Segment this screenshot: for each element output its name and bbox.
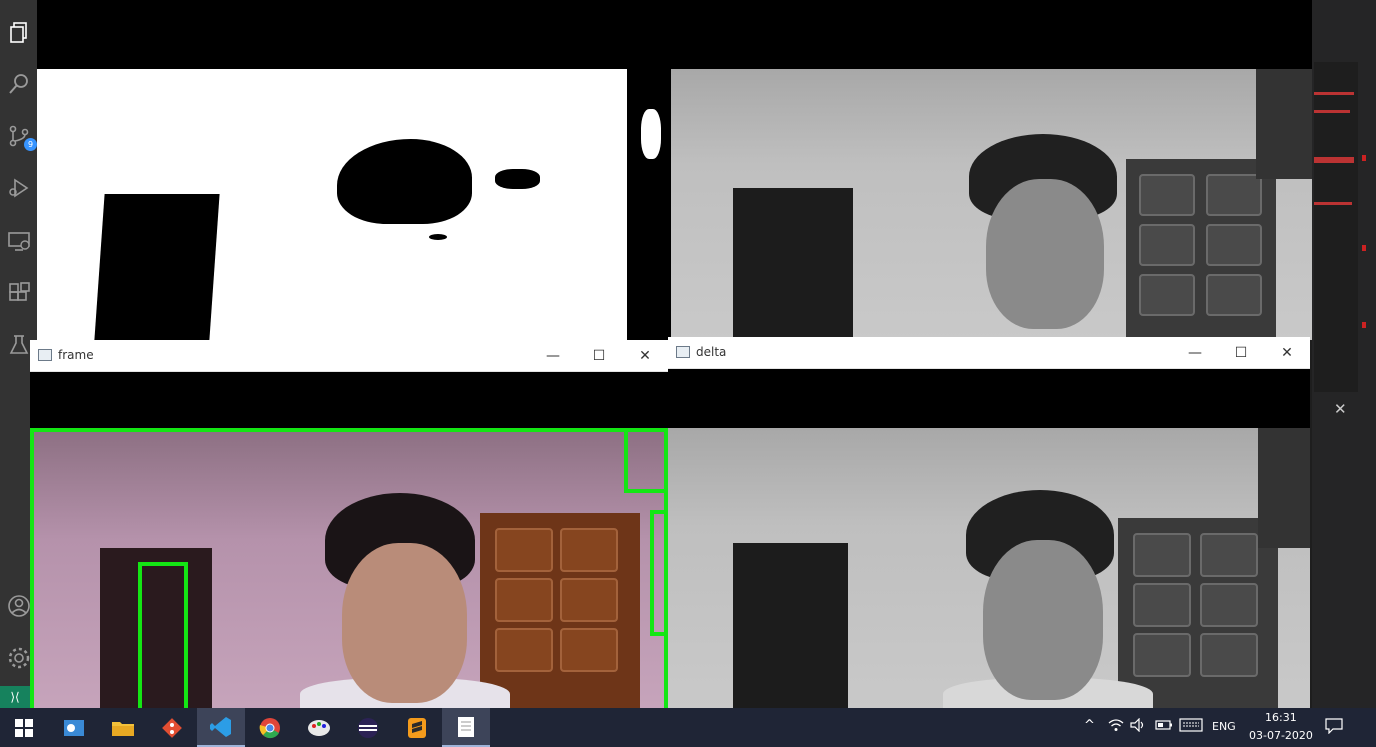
frame-window[interactable]: frame — ☐ ✕ [30, 340, 668, 708]
clock-time[interactable]: 16:31 [1265, 711, 1297, 724]
minimize-button[interactable]: — [1172, 337, 1218, 368]
account-icon[interactable] [7, 594, 31, 618]
minimize-button[interactable]: — [530, 340, 576, 371]
battery-icon[interactable] [1155, 718, 1173, 736]
wifi-icon[interactable] [1108, 718, 1124, 736]
panel-close-icon[interactable]: ✕ [1334, 400, 1347, 418]
search-icon[interactable] [7, 72, 31, 96]
chevron-up-icon[interactable]: ^ [1084, 718, 1095, 733]
settings-gear-icon[interactable] [7, 646, 31, 670]
window-app-icon [38, 349, 52, 361]
minimap[interactable] [1314, 62, 1358, 392]
eclipse-icon[interactable] [344, 708, 392, 747]
close-button[interactable]: ✕ [1264, 337, 1310, 368]
maximize-button[interactable]: ☐ [1218, 337, 1264, 368]
delta-image [668, 428, 1310, 708]
remote-explorer-icon[interactable] [7, 229, 31, 253]
explorer-icon[interactable] [7, 20, 31, 44]
detection-box-edge [650, 510, 668, 636]
detection-box-main [30, 428, 668, 708]
paint-icon[interactable] [295, 708, 343, 747]
close-button[interactable]: ✕ [622, 340, 668, 371]
notification-center-icon[interactable] [1325, 718, 1343, 738]
frame-window-title: frame [58, 348, 94, 362]
remote-indicator-button[interactable]: ⟩⟨ [0, 686, 30, 708]
file-explorer-icon[interactable] [99, 708, 147, 747]
gray-window[interactable] [671, 0, 1312, 340]
frame-titlebar[interactable]: frame — ☐ ✕ [30, 340, 668, 372]
chrome-icon[interactable] [246, 708, 294, 747]
delta-window[interactable]: delta — ☐ ✕ [668, 337, 1310, 708]
frame-image [30, 428, 668, 708]
delta-titlebar[interactable]: delta — ☐ ✕ [668, 337, 1310, 369]
extensions-icon[interactable] [7, 281, 31, 305]
thresh-image [37, 69, 671, 340]
thresh-window[interactable] [37, 0, 671, 340]
start-button[interactable] [0, 708, 48, 747]
maximize-button[interactable]: ☐ [576, 340, 622, 371]
notepad-icon[interactable] [442, 708, 490, 747]
gray-image [671, 69, 1312, 340]
volume-icon[interactable] [1130, 717, 1148, 736]
source-control-badge: 9 [24, 138, 37, 151]
language-indicator[interactable]: ENG [1212, 720, 1236, 733]
windows-taskbar: ^ ENG 16:31 03-07-2020 [0, 708, 1376, 747]
outlook-icon[interactable] [50, 708, 98, 747]
detection-box-corner [624, 428, 668, 493]
delta-window-title: delta [696, 345, 727, 359]
clock-date[interactable]: 03-07-2020 [1249, 729, 1313, 742]
testing-icon[interactable] [7, 333, 31, 357]
keyboard-icon[interactable] [1179, 718, 1203, 736]
window-app-icon [676, 346, 690, 358]
sublime-text-icon[interactable] [393, 708, 441, 747]
detection-box-doorway [138, 562, 188, 708]
vscode-icon[interactable] [197, 708, 245, 747]
git-icon[interactable] [148, 708, 196, 747]
run-debug-icon[interactable] [7, 176, 31, 200]
